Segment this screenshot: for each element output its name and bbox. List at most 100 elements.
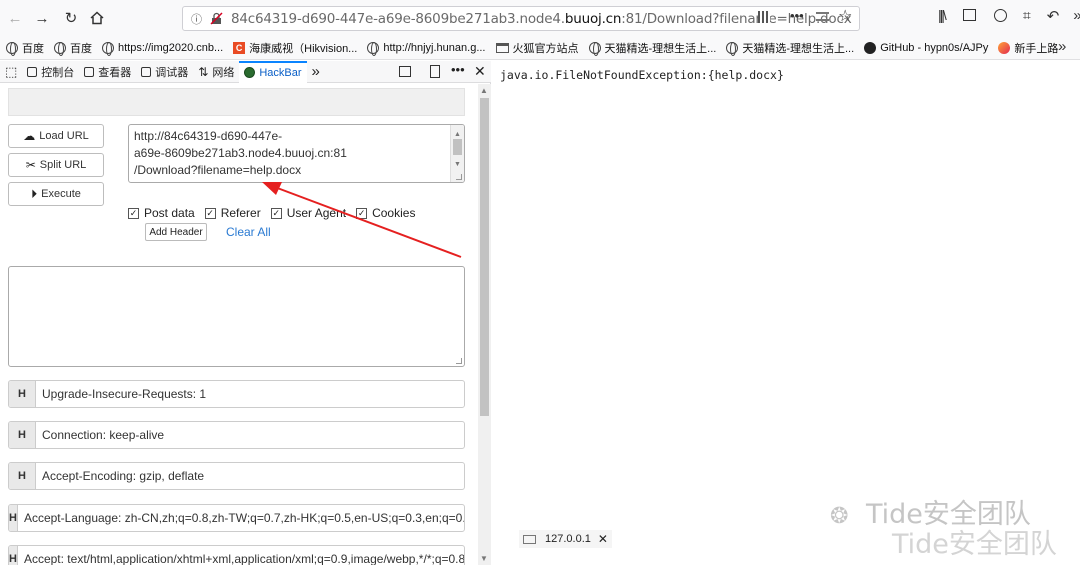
watermark-line: Tide安全团队	[866, 499, 1031, 530]
checkbox-checked-icon[interactable]: ✓	[356, 207, 368, 219]
option-label: Post data	[144, 206, 195, 220]
checkbox-checked-icon[interactable]: ✓	[128, 207, 139, 219]
scrollbar-thumb[interactable]	[480, 98, 489, 416]
tab-debugger[interactable]: 调试器	[136, 61, 193, 83]
hikvision-icon: C	[233, 41, 246, 54]
url-domain: buuoj.cn	[564, 10, 622, 27]
tab-console[interactable]: 控制台	[22, 61, 79, 83]
option-user-agent[interactable]: ✓ User Agent	[270, 206, 346, 220]
bookmarks-overflow-icon[interactable]: »	[1058, 38, 1066, 55]
overflow-menu-icon[interactable]: »	[1073, 7, 1080, 25]
picker-icon: ⬚	[5, 63, 18, 79]
header-tag: H	[9, 463, 36, 489]
url-line: http://84c64319-d690-447e-	[134, 129, 283, 143]
bookmark-item[interactable]: 百度	[6, 40, 44, 56]
checkbox-checked-icon[interactable]: ✓	[270, 207, 282, 219]
header-row[interactable]: H Upgrade-Insecure-Requests: 1	[8, 380, 465, 408]
bookmark-item[interactable]: https://img2020.cnb...	[102, 41, 224, 56]
scroll-up-icon[interactable]: ▲	[454, 126, 461, 143]
bookmark-label: 天猫精选-理想生活上...	[604, 42, 717, 55]
header-value[interactable]: Connection: keep-alive	[36, 428, 164, 442]
devtools-menu-icon[interactable]: •••	[451, 62, 465, 77]
execute-button[interactable]: ⏵ Execute	[8, 182, 104, 206]
option-cookies[interactable]: ✓ Cookies	[356, 206, 415, 220]
load-url-button[interactable]: ☁ Load URL	[8, 124, 104, 148]
bookmark-item[interactable]: 百度	[54, 40, 92, 56]
forward-button[interactable]: →	[31, 7, 53, 29]
header-value[interactable]: Accept: text/html,application/xhtml+xml,…	[18, 552, 464, 565]
reader-view-icon[interactable]	[816, 12, 829, 21]
tab-network[interactable]: ⇅ 网络	[193, 61, 239, 83]
url-textarea[interactable]: http://84c64319-d690-447e- a69e-8609be27…	[128, 124, 465, 183]
resize-handle-icon[interactable]	[456, 358, 462, 364]
bookmark-item[interactable]: C 海康威视（Hikvision...	[233, 40, 357, 56]
bookmark-item[interactable]: 新手上路	[998, 40, 1058, 56]
bookmark-item[interactable]: 天猫精选-理想生活上...	[726, 40, 854, 56]
play-circle-icon: ⏵	[31, 186, 38, 201]
hackbar-scrollbar[interactable]: ▲ ▼	[478, 84, 491, 565]
header-value[interactable]: Upgrade-Insecure-Requests: 1	[36, 387, 206, 401]
back-button[interactable]: ←	[4, 7, 26, 29]
bookmark-item[interactable]: 火狐官方站点	[495, 40, 579, 56]
crop-icon[interactable]: ⌗	[1023, 7, 1031, 25]
scroll-down-icon[interactable]: ▼	[454, 156, 461, 173]
info-icon[interactable]: ⓘ	[191, 11, 202, 27]
checkbox-checked-icon[interactable]: ✓	[204, 207, 216, 219]
bookmark-star-icon[interactable]: ☆	[838, 6, 852, 26]
resize-handle-icon[interactable]	[456, 174, 462, 180]
tab-label: 调试器	[155, 66, 189, 79]
header-value[interactable]: Accept-Language: zh-CN,zh;q=0.8,zh-TW;q=…	[18, 511, 464, 525]
reload-button[interactable]: ↻	[60, 7, 82, 29]
tab-hackbar[interactable]: HackBar	[239, 60, 307, 83]
bookmark-item[interactable]: GitHub - hypn0s/AJPy	[864, 41, 988, 54]
undo-icon[interactable]: ↶	[1047, 7, 1060, 25]
split-console-icon[interactable]	[430, 65, 440, 78]
header-tag: H	[9, 505, 18, 531]
bookmark-label: 百度	[22, 42, 44, 55]
insecure-lock-icon[interactable]	[210, 12, 223, 25]
globe-icon	[726, 41, 739, 56]
header-value[interactable]: Accept-Encoding: gzip, deflate	[36, 469, 204, 483]
close-icon[interactable]: ✕	[598, 532, 608, 546]
element-picker-button[interactable]: ⬚	[0, 61, 22, 83]
firefox-icon	[998, 41, 1011, 54]
account-icon[interactable]	[993, 9, 1007, 22]
close-devtools-icon[interactable]: ✕	[474, 63, 486, 80]
bookmark-item[interactable]: 天猫精选-理想生活上...	[588, 40, 717, 56]
button-label: Load URL	[39, 130, 89, 142]
scroll-up-icon[interactable]: ▲	[480, 86, 488, 95]
post-data-textarea[interactable]	[8, 266, 465, 367]
header-row[interactable]: H Accept-Encoding: gzip, deflate	[8, 462, 465, 490]
page-actions-icon[interactable]: •••	[790, 8, 804, 23]
header-row[interactable]: H Connection: keep-alive	[8, 421, 465, 449]
home-button[interactable]	[86, 7, 108, 29]
console-icon	[27, 66, 38, 77]
tab-label: 查看器	[98, 66, 132, 79]
watermark-line: Tide安全团队	[892, 529, 1057, 560]
option-label: Referer	[220, 206, 261, 220]
status-ip: 127.0.0.1	[545, 533, 591, 545]
clear-all-link[interactable]: Clear All	[226, 225, 271, 239]
header-row[interactable]: H Accept-Language: zh-CN,zh;q=0.8,zh-TW;q…	[8, 504, 465, 532]
split-url-button[interactable]: ✂ Split URL	[8, 153, 104, 177]
library-icon[interactable]: |||\	[938, 7, 947, 25]
globe-icon	[367, 41, 380, 56]
option-post-data[interactable]: ✓ Post data	[128, 206, 195, 220]
bookmark-item[interactable]: http://hnjyj.hunan.g...	[367, 41, 486, 56]
more-tabs-button[interactable]: »	[307, 61, 325, 83]
globe-icon	[102, 41, 114, 56]
chevron-double-right-icon: »	[311, 63, 320, 80]
bookmark-label: 火狐官方站点	[512, 42, 579, 55]
sidebar-icon[interactable]	[962, 9, 976, 21]
tab-inspector[interactable]: 查看器	[79, 61, 136, 83]
dock-icon[interactable]	[399, 66, 411, 77]
qr-code-icon[interactable]	[758, 11, 770, 23]
add-header-button[interactable]: Add Header	[145, 223, 207, 241]
scroll-down-icon[interactable]: ▼	[480, 554, 488, 563]
header-row[interactable]: H Accept: text/html,application/xhtml+xml…	[8, 545, 465, 565]
scissors-icon: ✂	[25, 158, 36, 172]
server-icon	[523, 534, 536, 544]
bookmark-label: https://img2020.cnb...	[118, 41, 224, 54]
url-line: /Download?filename=help.docx	[134, 163, 302, 177]
option-referer[interactable]: ✓ Referer	[204, 206, 261, 220]
